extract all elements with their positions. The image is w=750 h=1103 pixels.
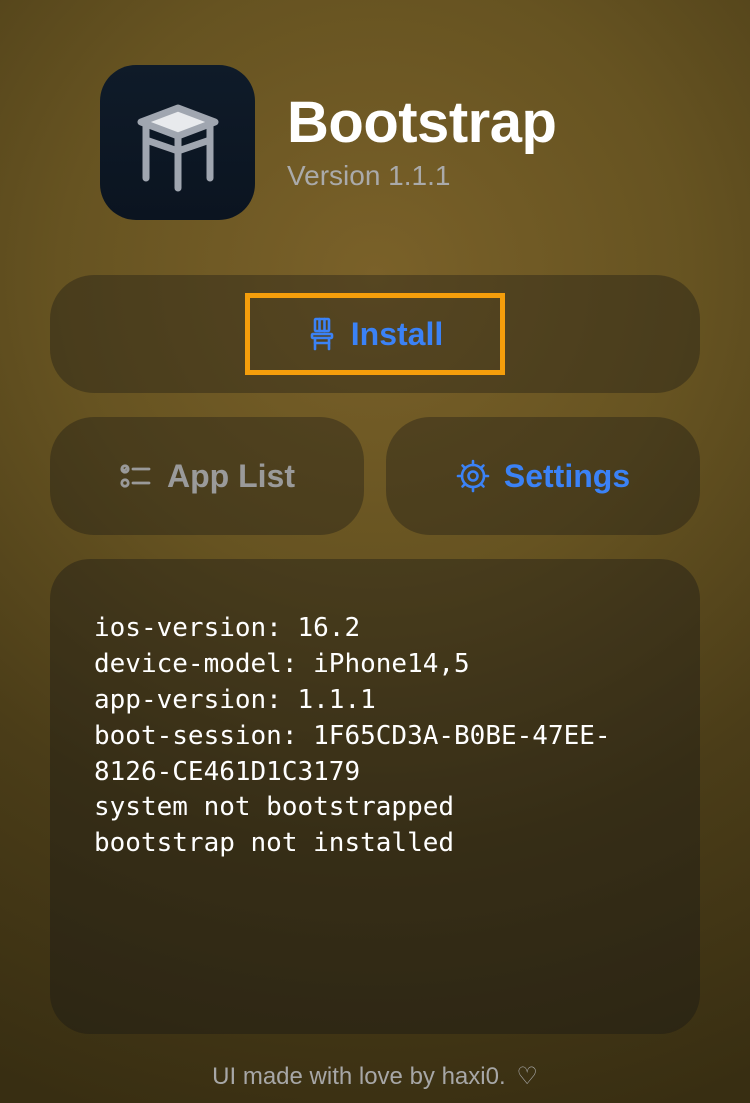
table-icon [123,88,233,198]
install-label: Install [351,316,443,353]
chair-icon [307,317,337,351]
gear-icon [456,459,490,493]
settings-button[interactable]: Settings [386,417,700,535]
footer-text: UI made with love by haxi0. [212,1063,505,1090]
footer-credit: UI made with love by haxi0. ♡ [50,1062,700,1091]
install-button[interactable]: Install [50,275,700,393]
log-panel: ios-version: 16.2 device-model: iPhone14… [50,559,700,1034]
app-list-button[interactable]: App List [50,417,364,535]
list-icon [119,461,153,491]
app-icon [100,65,255,220]
app-title: Bootstrap [287,93,556,154]
heart-icon: ♡ [516,1063,538,1090]
app-list-label: App List [167,458,295,495]
settings-label: Settings [504,458,630,495]
app-version: Version 1.1.1 [287,160,556,192]
header: Bootstrap Version 1.1.1 [50,65,700,220]
